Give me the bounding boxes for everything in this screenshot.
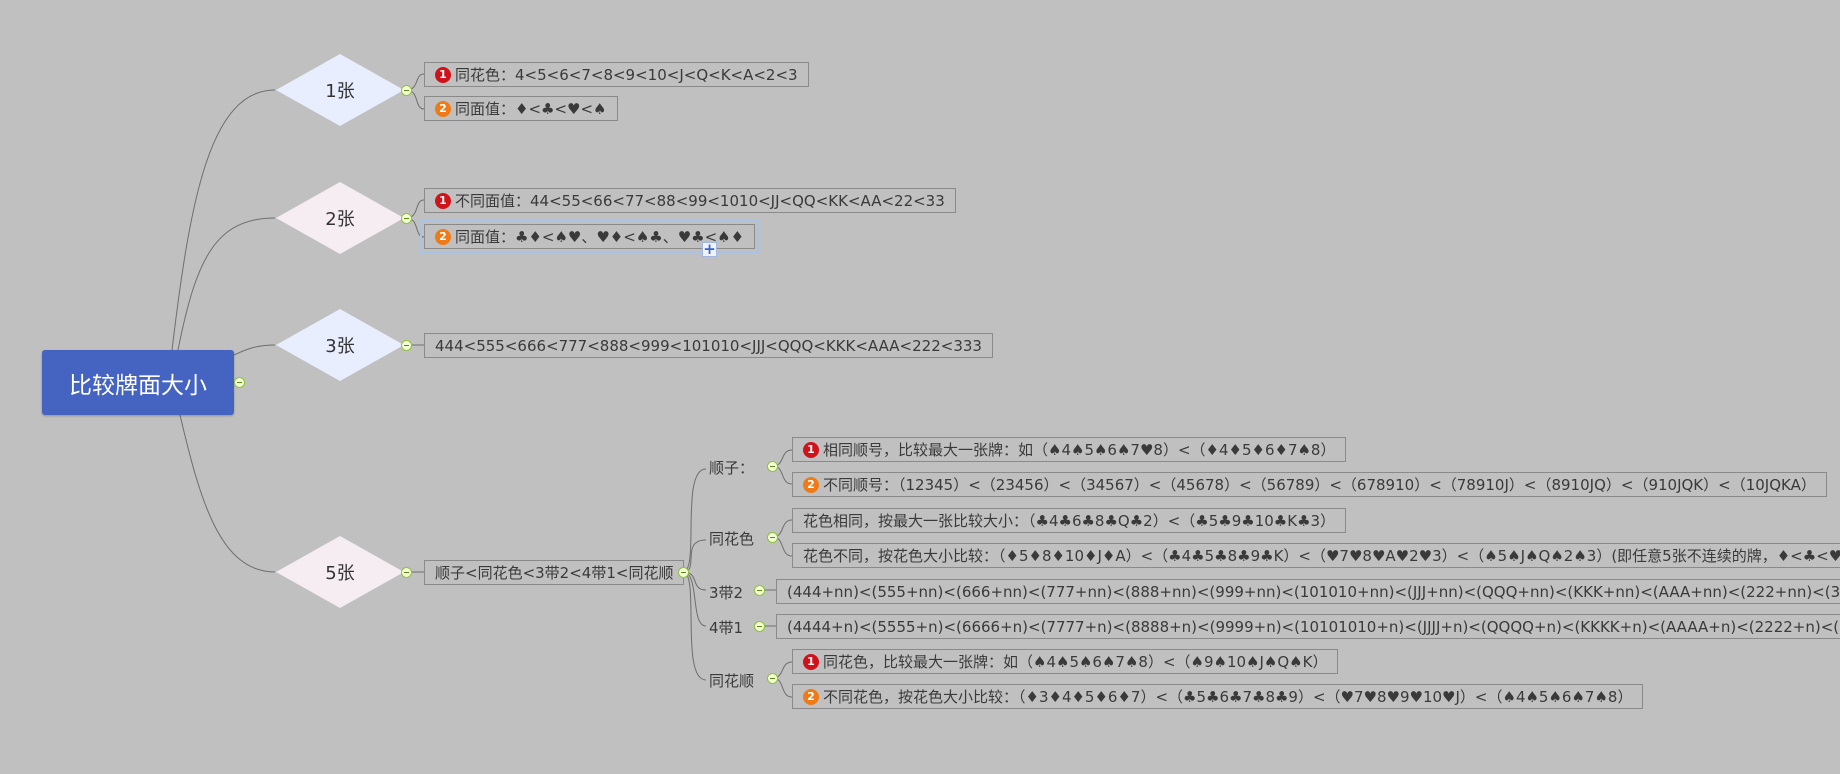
central-topic-label: 比较牌面大小 (69, 372, 207, 399)
node-text: (4444+n)<(5555+n)<(6666+n)<(7777+n)<(888… (787, 617, 1840, 636)
two-cards-collapse-toggle[interactable] (401, 213, 412, 224)
node-text: 444<555<666<777<888<999<101010<JJJ<QQQ<K… (435, 336, 982, 355)
full-house-collapse-toggle[interactable] (754, 585, 765, 596)
one-card-same-suit-node[interactable]: 1 同花色：4<5<6<7<8<9<10<J<Q<K<A<2<3 (424, 62, 809, 87)
flush-collapse-toggle[interactable] (767, 532, 778, 543)
four-kind-collapse-toggle[interactable] (754, 621, 765, 632)
node-text: 相同顺号，比较最大一张牌：如（♠4♠5♠6♠7♥8）<（♦4♦5♦6♦7♠8） (823, 441, 1336, 459)
node-text: 不同面值：44<55<66<77<88<99<1010<JJ<QQ<KK<AA<… (455, 192, 945, 210)
node-text: 不同花色，按花色大小比较：（♦3♦4♦5♦6♦7）<（♣5♣6♣7♣8♣9）<（… (823, 688, 1633, 706)
root-collapse-toggle[interactable] (234, 377, 245, 388)
priority-1-badge: 1 (803, 653, 819, 670)
priority-2-badge: 2 (435, 100, 451, 117)
priority-2-badge: 2 (803, 476, 819, 493)
straight-same-seq-node[interactable]: 1 相同顺号，比较最大一张牌：如（♠4♠5♠6♠7♥8）<（♦4♦5♦6♦7♠8… (792, 437, 1347, 462)
topic-two-cards[interactable]: 2张 (275, 181, 405, 255)
three-cards-collapse-toggle[interactable] (401, 340, 412, 351)
three-cards-order-node[interactable]: 444<555<666<777<888<999<101010<JJJ<QQQ<K… (424, 333, 993, 358)
straight-diff-seq-node[interactable]: 2 不同顺号：（12345）<（23456）<（34567）<（45678）<（… (792, 472, 1827, 497)
node-text: 同花色，比较最大一张牌：如（♠4♠5♠6♠7♠8）<（♠9♠10♠J♠Q♠K） (823, 653, 1328, 671)
priority-2-badge: 2 (435, 228, 451, 245)
add-topic-plus-icon[interactable]: + (702, 242, 717, 257)
straight-collapse-toggle[interactable] (767, 461, 778, 472)
straight-flush-label[interactable]: 同花顺 (709, 670, 754, 691)
topic-three-cards[interactable]: 3张 (275, 308, 405, 382)
full-house-node[interactable]: (444+nn)<(555+nn)<(666+nn)<(777+nn)<(888… (776, 579, 1840, 604)
topic-five-cards-label: 5张 (325, 563, 355, 584)
node-text: 不同顺号：（12345）<（23456）<（34567）<（45678）<（56… (823, 476, 1816, 494)
priority-1-badge: 1 (803, 441, 819, 458)
topic-three-cards-label: 3张 (325, 336, 355, 357)
one-card-collapse-toggle[interactable] (401, 85, 412, 96)
full-house-label[interactable]: 3带2 (709, 582, 743, 603)
priority-1-badge: 1 (435, 66, 451, 83)
five-cards-rank-node[interactable]: 顺子<同花色<3带2<4带1<同花顺 (424, 560, 685, 585)
node-text: 同面值：♦<♣<♥<♠ (455, 100, 607, 118)
rank-collapse-toggle[interactable] (678, 567, 689, 578)
node-text: 花色相同，按最大一张比较大小：（♣4♣6♣8♣Q♣2）<（♣5♣9♣10♣K♣3… (803, 512, 1336, 530)
node-text: (444+nn)<(555+nn)<(666+nn)<(777+nn)<(888… (787, 582, 1840, 601)
flush-same-suit-node[interactable]: 花色相同，按最大一张比较大小：（♣4♣6♣8♣Q♣2）<（♣5♣9♣10♣K♣3… (792, 508, 1347, 533)
one-card-same-value-node[interactable]: 2 同面值：♦<♣<♥<♠ (424, 96, 618, 121)
central-topic[interactable]: 比较牌面大小 (42, 350, 234, 415)
priority-2-badge: 2 (803, 688, 819, 705)
straight-flush-collapse-toggle[interactable] (767, 673, 778, 684)
priority-1-badge: 1 (435, 192, 451, 209)
node-text: 同面值：♣♦<♠♥、♥♦<♠♣、♥♣<♠♦ (455, 228, 745, 246)
flush-label[interactable]: 同花色 (709, 528, 754, 549)
straight-flush-diff-suit-node[interactable]: 2 不同花色，按花色大小比较：（♦3♦4♦5♦6♦7）<（♣5♣6♣7♣8♣9）… (792, 684, 1644, 709)
four-kind-node[interactable]: (4444+n)<(5555+n)<(6666+n)<(7777+n)<(888… (776, 614, 1840, 639)
topic-five-cards[interactable]: 5张 (275, 535, 405, 609)
node-text: 同花色：4<5<6<7<8<9<10<J<Q<K<A<2<3 (455, 66, 798, 84)
five-cards-collapse-toggle[interactable] (401, 567, 412, 578)
topic-one-card-label: 1张 (325, 81, 355, 102)
straight-flush-same-suit-node[interactable]: 1 同花色，比较最大一张牌：如（♠4♠5♠6♠7♠8）<（♠9♠10♠J♠Q♠K… (792, 649, 1339, 674)
topic-two-cards-label: 2张 (325, 209, 355, 230)
node-text: 花色不同，按花色大小比较：（♦5♦8♦10♦J♦A）<（♣4♣5♣8♣9♣K）<… (803, 547, 1840, 565)
two-cards-diff-value-node[interactable]: 1 不同面值：44<55<66<77<88<99<1010<JJ<QQ<KK<A… (424, 188, 956, 213)
topic-one-card[interactable]: 1张 (275, 53, 405, 127)
node-text: 顺子<同花色<3带2<4带1<同花顺 (435, 564, 674, 582)
flush-diff-suit-node[interactable]: 花色不同，按花色大小比较：（♦5♦8♦10♦J♦A）<（♣4♣5♣8♣9♣K）<… (792, 543, 1840, 568)
four-kind-label[interactable]: 4带1 (709, 617, 743, 638)
straight-label[interactable]: 顺子： (709, 457, 754, 478)
